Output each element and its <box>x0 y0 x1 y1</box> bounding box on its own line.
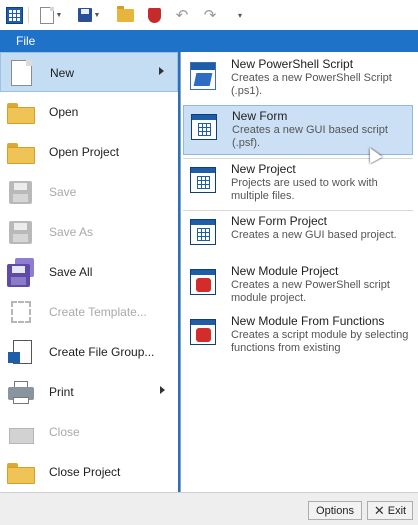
open-folder-button[interactable] <box>114 5 136 25</box>
file-tab-bar: File <box>0 30 418 52</box>
menu-item-label: Open <box>49 105 79 119</box>
form-icon <box>189 112 221 144</box>
new-document-icon <box>7 59 37 87</box>
menu-item-new[interactable]: New <box>0 52 178 92</box>
module-functions-icon <box>188 317 220 349</box>
menu-item-create-template[interactable]: Create Template... <box>0 292 178 332</box>
submenu-item-title: New PowerShell Script <box>231 57 354 71</box>
save-as-icon <box>6 218 36 246</box>
new-submenu: New PowerShell Script Creates a new Powe… <box>180 52 418 492</box>
menu-item-open[interactable]: Open <box>0 92 178 132</box>
redo-icon: ↷ <box>203 7 217 24</box>
menu-item-label: New <box>50 66 75 80</box>
menu-item-label: Create Template... <box>49 305 147 319</box>
menu-item-label: Save All <box>49 265 93 279</box>
submenu-item-new-form[interactable]: New Form Creates a new GUI based script … <box>183 105 413 155</box>
menu-item-label: Open Project <box>49 145 120 159</box>
menu-item-open-project[interactable]: Open Project <box>0 132 178 172</box>
submenu-item-new-module-project[interactable]: New Module Project Creates a new PowerSh… <box>183 261 413 311</box>
undo-button[interactable]: ↶ <box>172 5 192 25</box>
chevron-down-icon: ▼ <box>55 11 63 19</box>
chevron-down-icon: ▼ <box>93 11 101 19</box>
file-group-icon <box>6 338 36 366</box>
submenu-item-description: Creates a new GUI based script (.psf). <box>232 124 388 149</box>
menu-item-label: Create File Group... <box>49 345 155 359</box>
exit-button[interactable]: ✕ Exit <box>367 501 413 520</box>
open-project-icon <box>6 138 36 166</box>
new-document-button[interactable]: ▼ <box>36 5 66 25</box>
close-icon: ✕ <box>373 502 385 518</box>
submenu-item-description: Creates a new PowerShell Script (.ps1). <box>231 72 392 97</box>
menu-item-label: Close <box>49 425 80 439</box>
new-document-icon <box>39 6 54 24</box>
open-folder-icon <box>6 98 36 126</box>
submenu-item-title: New Project <box>231 162 296 176</box>
open-folder-icon <box>116 5 134 22</box>
customize-toolbar-button[interactable]: ▾ <box>232 5 246 25</box>
project-icon <box>188 165 220 197</box>
customize-dropdown-icon: ▾ <box>237 10 242 20</box>
backstage-menu: New Open Open Project Save Save As Save … <box>0 52 178 492</box>
options-label: Options <box>316 504 354 517</box>
menu-item-save-as[interactable]: Save As <box>0 212 178 252</box>
submenu-item-title: New Form <box>232 109 288 123</box>
chevron-right-icon <box>160 386 165 394</box>
menu-item-close-project[interactable]: Close Project <box>0 452 178 492</box>
submenu-item-title: New Module From Functions <box>231 314 385 328</box>
toolbar-divider <box>28 7 29 23</box>
submenu-item-new-module-from-functions[interactable]: New Module From Functions Creates a scri… <box>183 311 413 361</box>
save-button[interactable]: ▼ <box>76 5 102 25</box>
submenu-item-title: New Form Project <box>231 214 328 228</box>
submenu-item-description: Creates a script module by selecting fun… <box>231 329 409 354</box>
submenu-item-new-project[interactable]: New Project Projects are used to work wi… <box>183 159 413 209</box>
close-project-icon <box>6 458 36 486</box>
menu-item-save[interactable]: Save <box>0 172 178 212</box>
file-tab[interactable]: File <box>16 34 35 48</box>
powershell-script-icon <box>188 60 220 92</box>
menu-item-label: Save <box>49 185 77 199</box>
quick-access-toolbar: ▼ ▼ ↶ ↷ ▾ <box>0 0 418 30</box>
submenu-item-title: New Module Project <box>231 264 339 278</box>
app-grid-icon[interactable] <box>4 5 24 25</box>
module-project-icon <box>188 267 220 299</box>
shield-button[interactable] <box>144 5 164 25</box>
menu-item-close[interactable]: Close <box>0 412 178 452</box>
submenu-item-description: Creates a new GUI based project. <box>231 229 397 241</box>
menu-item-print[interactable]: Print <box>0 372 178 412</box>
redo-button[interactable]: ↷ <box>200 5 220 25</box>
printer-icon <box>6 378 36 406</box>
menu-item-save-all[interactable]: Save All <box>0 252 178 292</box>
footer-bar: Options ✕ Exit <box>0 492 418 525</box>
undo-icon: ↶ <box>175 7 189 24</box>
chevron-right-icon <box>159 67 164 75</box>
menu-item-label: Save As <box>49 225 94 239</box>
exit-label: Exit <box>387 504 407 517</box>
submenu-item-description: Projects are used to work with multiple … <box>231 177 378 202</box>
submenu-item-description: Creates a new PowerShell script module p… <box>231 279 390 304</box>
close-folder-icon <box>6 418 36 446</box>
form-project-icon <box>188 217 220 249</box>
save-icon <box>6 178 36 206</box>
save-all-icon <box>6 258 36 287</box>
save-icon <box>77 8 92 22</box>
shield-icon <box>147 7 161 23</box>
menu-item-label: Close Project <box>49 465 121 479</box>
options-button[interactable]: Options <box>308 501 362 520</box>
submenu-item-new-powershell-script[interactable]: New PowerShell Script Creates a new Powe… <box>183 54 413 104</box>
menu-item-create-file-group[interactable]: Create File Group... <box>0 332 178 372</box>
submenu-item-new-form-project[interactable]: New Form Project Creates a new GUI based… <box>183 211 413 261</box>
template-icon <box>6 298 36 326</box>
menu-item-label: Print <box>49 385 74 399</box>
